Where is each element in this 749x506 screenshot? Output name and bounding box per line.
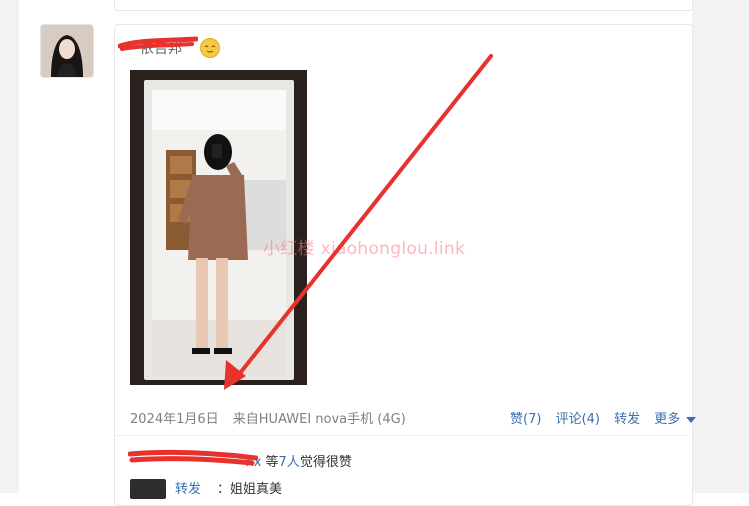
post-actions: 赞(7) 评论(4) 转发 更多: [510, 408, 706, 427]
comment-button[interactable]: 评论(4): [556, 412, 600, 427]
comment-username[interactable]: 转发: [175, 478, 201, 497]
comment-text: ：姐姐真美: [217, 482, 283, 497]
post-source: 来自HUAWEI nova手机 (4G): [232, 412, 406, 427]
post-meta: 2024年1月6日 来自HUAWEI nova手机 (4G): [130, 408, 416, 427]
likes-text: 觉得很赞: [299, 455, 352, 470]
more-label: 更多: [654, 412, 681, 427]
post-photo[interactable]: [130, 70, 307, 385]
like-button[interactable]: 赞(7): [510, 412, 541, 427]
comment-avatar[interactable]: [130, 479, 166, 499]
likes-redaction-scribble: [128, 449, 258, 466]
watermark-text: 小红楼 xiaohonglou.link: [263, 239, 466, 259]
left-gutter: [0, 0, 19, 493]
smiley-emoji-icon: [200, 38, 220, 58]
caret-down-icon: [686, 416, 697, 423]
likes-connector: 等: [261, 455, 279, 470]
mirror-selfie-image: [130, 70, 307, 385]
repost-button[interactable]: 转发: [614, 412, 640, 427]
post-timestamp[interactable]: 2024年1月6日: [130, 412, 219, 427]
avatar[interactable]: [40, 24, 94, 78]
likes-count[interactable]: 7人: [279, 455, 300, 470]
avatar-portrait: [41, 25, 93, 77]
divider: [115, 435, 690, 436]
more-button[interactable]: 更多: [654, 412, 697, 427]
previous-card-edge: [114, 0, 693, 11]
name-redaction-scribble: [118, 36, 198, 51]
